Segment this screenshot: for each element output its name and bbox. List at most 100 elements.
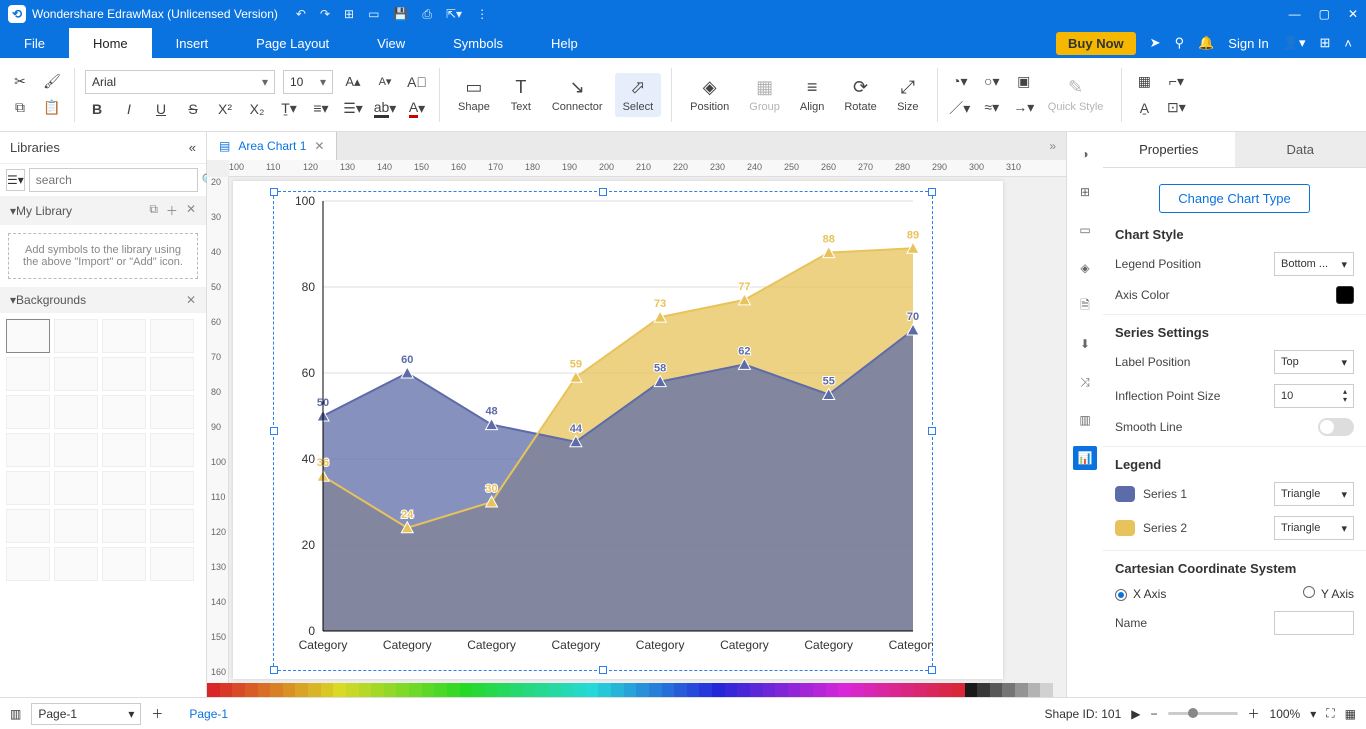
paste-icon[interactable]: 📋 bbox=[40, 97, 64, 119]
bg-swatch[interactable] bbox=[6, 357, 50, 391]
close-window-icon[interactable]: ✕ bbox=[1348, 7, 1358, 21]
shape-preset-icon[interactable]: ○▾ bbox=[980, 71, 1004, 93]
group-tool[interactable]: ▦Group bbox=[741, 73, 788, 117]
collapse-left-icon[interactable]: « bbox=[189, 140, 196, 155]
quick-style-tool[interactable]: ✎Quick Style bbox=[1040, 73, 1112, 117]
bg-swatch[interactable] bbox=[102, 319, 146, 353]
my-library-section[interactable]: ▾ My Library ⧉＋✕ bbox=[0, 196, 206, 225]
text-tool[interactable]: TText bbox=[502, 73, 540, 117]
bg-swatch[interactable] bbox=[54, 433, 98, 467]
italic-icon[interactable]: I bbox=[117, 98, 141, 120]
theme-icon[interactable]: ◑ bbox=[1073, 142, 1097, 166]
copy-icon[interactable]: ⧉ bbox=[8, 97, 32, 119]
color-palette-strip[interactable] bbox=[207, 683, 1066, 697]
sign-in-link[interactable]: Sign In bbox=[1228, 36, 1268, 51]
more-icon[interactable]: ⋮ bbox=[476, 7, 488, 21]
bg-swatch[interactable] bbox=[102, 357, 146, 391]
bg-swatch[interactable] bbox=[54, 395, 98, 429]
chart-panel-icon[interactable]: 📊 bbox=[1073, 446, 1097, 470]
apps-icon[interactable]: ⊞ bbox=[1320, 35, 1331, 51]
redo-icon[interactable]: ↷ bbox=[320, 7, 330, 21]
bg-swatch[interactable] bbox=[150, 319, 194, 353]
bg-swatch[interactable] bbox=[54, 319, 98, 353]
document-tab[interactable]: ▤ Area Chart 1 ✕ bbox=[207, 132, 337, 160]
bg-swatch[interactable] bbox=[102, 547, 146, 581]
font-family-select[interactable]: Arial▾ bbox=[85, 70, 275, 94]
import-icon[interactable]: ⧉ bbox=[149, 202, 158, 219]
menu-insert[interactable]: Insert bbox=[152, 28, 233, 58]
change-chart-type-button[interactable]: Change Chart Type bbox=[1159, 184, 1310, 213]
select-tool[interactable]: ⬀Select bbox=[615, 73, 662, 117]
series1-color-swatch[interactable] bbox=[1115, 486, 1135, 502]
series2-shape-select[interactable]: Triangle▾ bbox=[1274, 516, 1354, 540]
pages-icon[interactable]: ▥ bbox=[10, 707, 21, 721]
current-page-link[interactable]: Page-1 bbox=[189, 707, 228, 721]
fill-icon[interactable]: ◔▾ bbox=[948, 71, 972, 93]
properties-tab[interactable]: Properties bbox=[1103, 132, 1235, 167]
font-size-select[interactable]: 10▾ bbox=[283, 70, 333, 94]
series1-shape-select[interactable]: Triangle▾ bbox=[1274, 482, 1354, 506]
superscript-icon[interactable]: X² bbox=[213, 98, 237, 120]
close-tab-icon[interactable]: ✕ bbox=[314, 139, 324, 153]
bg-swatch[interactable] bbox=[6, 471, 50, 505]
library-search-input[interactable] bbox=[29, 168, 198, 192]
font-color-icon[interactable]: A▾ bbox=[405, 98, 429, 120]
line-style-icon[interactable]: ≈▾ bbox=[980, 97, 1004, 119]
bg-swatch[interactable] bbox=[54, 509, 98, 543]
new-icon[interactable]: ⊞ bbox=[344, 7, 354, 21]
menu-file[interactable]: File bbox=[0, 28, 69, 58]
save-icon[interactable]: 💾 bbox=[393, 7, 408, 21]
print-icon[interactable]: ⎙ bbox=[422, 7, 432, 22]
axis-color-swatch[interactable] bbox=[1336, 286, 1354, 304]
label-position-select[interactable]: Top▾ bbox=[1274, 350, 1354, 374]
format-painter-icon[interactable]: 🖌 bbox=[40, 71, 64, 93]
presentation-icon[interactable]: ▶ bbox=[1131, 707, 1140, 721]
decrease-font-icon[interactable]: A▾ bbox=[373, 71, 397, 93]
bell-icon[interactable]: 🔔 bbox=[1198, 35, 1214, 51]
layers-icon[interactable]: ◈ bbox=[1073, 256, 1097, 280]
account-icon[interactable]: 👤▾ bbox=[1283, 35, 1306, 51]
menu-view[interactable]: View bbox=[353, 28, 429, 58]
page-canvas[interactable]: 0204060801005060484458625570362430597377… bbox=[233, 181, 1003, 679]
bold-icon[interactable]: B bbox=[85, 98, 109, 120]
open-icon[interactable]: ▭ bbox=[368, 7, 379, 21]
collapse-ribbon-icon[interactable]: ˄ bbox=[1344, 36, 1352, 51]
zoom-out-icon[interactable]: − bbox=[1150, 707, 1157, 721]
bg-swatch[interactable] bbox=[6, 509, 50, 543]
line-icon[interactable]: ／▾ bbox=[948, 97, 972, 119]
page-icon[interactable]: 🗎 bbox=[1073, 294, 1097, 318]
crop-icon[interactable]: ⌐▾ bbox=[1164, 71, 1188, 93]
connector-tool[interactable]: ↘Connector bbox=[544, 73, 611, 117]
shadow-icon[interactable]: ▣ bbox=[1012, 71, 1036, 93]
position-tool[interactable]: ◈Position bbox=[682, 73, 737, 117]
bg-swatch[interactable] bbox=[150, 395, 194, 429]
size-tool[interactable]: ⤢Size bbox=[889, 73, 927, 117]
data-tab[interactable]: Data bbox=[1235, 132, 1366, 167]
bg-swatch[interactable] bbox=[150, 433, 194, 467]
subscript-icon[interactable]: X₂ bbox=[245, 98, 269, 120]
send-icon[interactable]: ➤ bbox=[1150, 35, 1161, 51]
bg-swatch[interactable] bbox=[150, 357, 194, 391]
menu-home[interactable]: Home bbox=[69, 28, 152, 58]
remove-lib-icon[interactable]: ✕ bbox=[186, 202, 196, 219]
bg-swatch[interactable] bbox=[6, 319, 50, 353]
share-icon[interactable]: ⚲ bbox=[1175, 35, 1185, 51]
shape-tool[interactable]: ▭Shape bbox=[450, 73, 498, 117]
menu-help[interactable]: Help bbox=[527, 28, 602, 58]
zoom-slider[interactable] bbox=[1168, 712, 1238, 715]
more-shape-icon[interactable]: ⊡▾ bbox=[1164, 97, 1188, 119]
area-chart[interactable]: 0204060801005060484458625570362430597377… bbox=[273, 191, 933, 671]
fit-page-icon[interactable]: ⛶ bbox=[1326, 706, 1334, 721]
grid-icon[interactable]: ⊞ bbox=[1073, 180, 1097, 204]
strike-icon[interactable]: S bbox=[181, 98, 205, 120]
buy-now-button[interactable]: Buy Now bbox=[1056, 32, 1136, 55]
minimize-icon[interactable]: — bbox=[1289, 7, 1301, 21]
bg-swatch[interactable] bbox=[150, 471, 194, 505]
add-icon[interactable]: ＋ bbox=[166, 202, 178, 219]
highlight-icon[interactable]: A̱ bbox=[1132, 97, 1156, 119]
grid-toggle-icon[interactable]: ▦ bbox=[1345, 707, 1356, 721]
align-tool[interactable]: ≡Align bbox=[792, 73, 832, 117]
bg-swatch[interactable] bbox=[150, 547, 194, 581]
legend-position-select[interactable]: Bottom ...▾ bbox=[1274, 252, 1354, 276]
bg-swatch[interactable] bbox=[54, 357, 98, 391]
